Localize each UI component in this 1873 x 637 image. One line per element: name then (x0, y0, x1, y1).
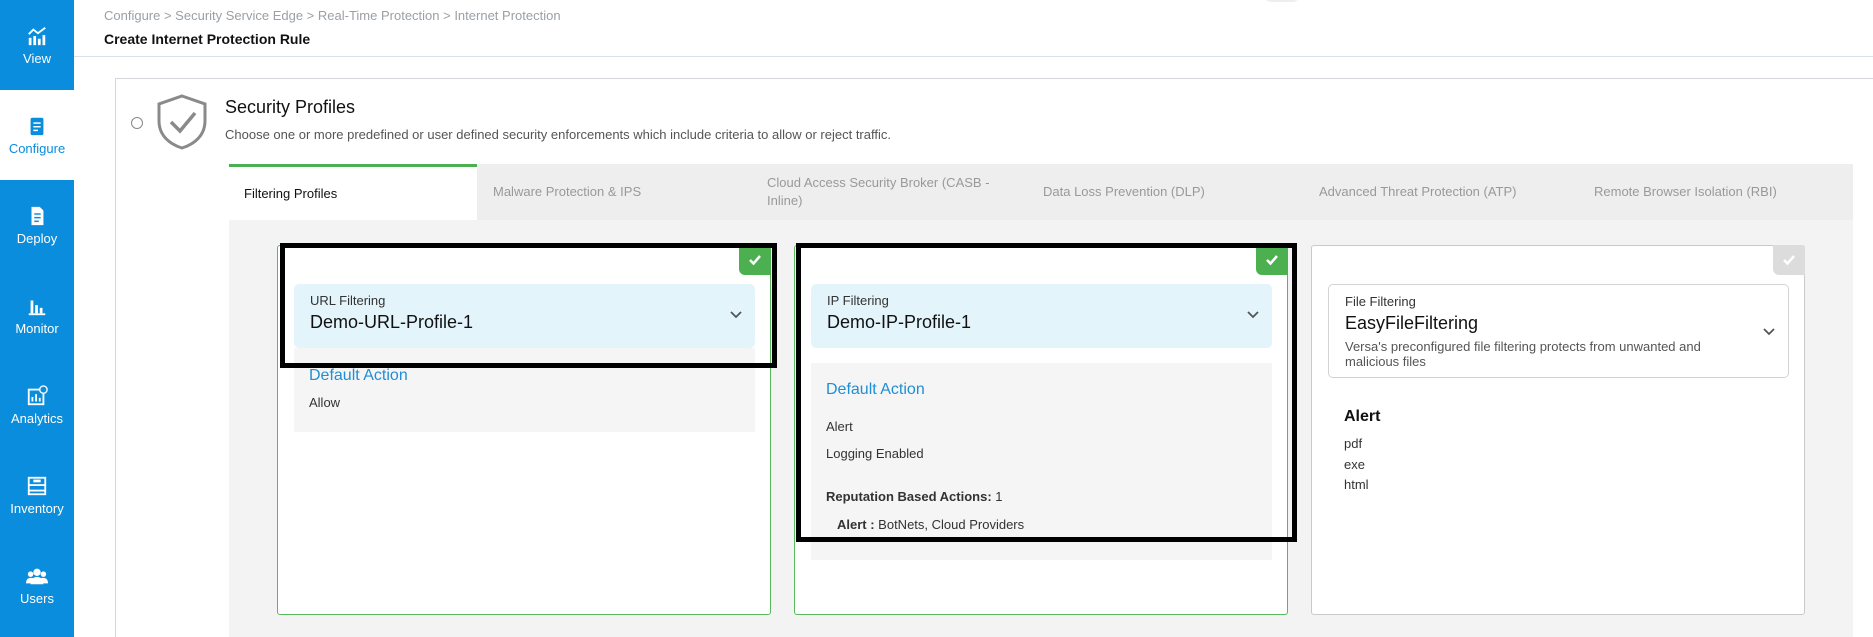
tab-rbi[interactable]: Remote Browser Isolation (RBI) (1594, 164, 1834, 220)
document-icon (31, 206, 44, 225)
clipboard-icon (30, 117, 44, 135)
section-description: Choose one or more predefined or user de… (225, 127, 891, 142)
default-action-value: Alert (826, 419, 853, 434)
nav-item-view[interactable]: View (0, 0, 74, 90)
sidebar: View Configure Deploy Monitor Analytics … (0, 0, 74, 637)
reputation-count: 1 (991, 489, 1003, 504)
dropdown-value: Demo-IP-Profile-1 (827, 312, 972, 332)
dropdown-value: Demo-URL-Profile-1 (310, 312, 474, 332)
chart-icon (28, 26, 46, 45)
header-decoration (1262, 0, 1302, 2)
tab-malware-protection[interactable]: Malware Protection & IPS (493, 164, 753, 220)
bar-chart-icon (28, 300, 46, 315)
selected-check-badge (1256, 245, 1288, 275)
chevron-down-icon (730, 311, 742, 319)
nav-item-analytics[interactable]: Analytics (0, 360, 74, 450)
nav-label-users: Users (20, 590, 54, 606)
section-radio[interactable] (131, 117, 143, 129)
nav-item-configure[interactable]: Configure (0, 90, 74, 180)
users-icon (26, 568, 48, 584)
page-title: Create Internet Protection Rule (104, 31, 311, 47)
default-action-title: Default Action (309, 367, 408, 384)
chevron-down-icon (1763, 328, 1775, 336)
ip-filtering-card[interactable]: IP Filtering Demo-IP-Profile-1 Default A… (794, 245, 1288, 615)
shield-check-icon (157, 94, 207, 150)
inventory-icon (27, 476, 47, 495)
tab-label: Cloud Access Security Broker (CASB - Inl… (767, 175, 990, 208)
nav-item-monitor[interactable]: Monitor (0, 270, 74, 360)
tab-label: Data Loss Prevention (DLP) (1043, 184, 1205, 199)
nav-item-deploy[interactable]: Deploy (0, 180, 74, 270)
tab-label: Filtering Profiles (244, 185, 338, 201)
dropdown-label: IP Filtering (827, 293, 889, 308)
alert-label: Alert : (837, 517, 875, 532)
tab-label: Remote Browser Isolation (RBI) (1594, 184, 1777, 199)
nav-label-analytics: Analytics (10, 410, 64, 426)
nav-label-view: View (23, 50, 51, 66)
url-filtering-card[interactable]: URL Filtering Demo-URL-Profile-1 Default… (277, 245, 771, 615)
alert-value: BotNets, Cloud Providers (874, 517, 1025, 532)
tab-casb[interactable]: Cloud Access Security Broker (CASB - Inl… (767, 164, 1007, 220)
default-action-title: Default Action (826, 381, 925, 398)
tab-label: Malware Protection & IPS (493, 184, 642, 199)
nav-item-inventory[interactable]: Inventory (0, 450, 74, 540)
dropdown-label: File Filtering (1345, 294, 1416, 309)
check-icon (1266, 255, 1278, 266)
default-action-box: Default Action Alert Logging Enabled Rep… (811, 363, 1272, 560)
file-type-item: exe (1344, 457, 1365, 472)
reputation-label: Reputation Based Actions: (826, 489, 992, 504)
dropdown-description: Versa's preconfigured file filtering pro… (1345, 339, 1701, 369)
default-action-box: Default Action Allow (294, 348, 755, 432)
nav-item-users[interactable]: Users (0, 540, 74, 630)
chevron-down-icon (1247, 311, 1259, 319)
nav-label-deploy: Deploy (16, 230, 58, 246)
tab-atp[interactable]: Advanced Threat Protection (ATP) (1319, 164, 1559, 220)
selected-check-badge (739, 245, 771, 275)
logging-status: Logging Enabled (826, 446, 924, 461)
file-alert-title: Alert (1344, 408, 1381, 425)
reputation-actions: Reputation Based Actions: 1 (826, 489, 1003, 504)
section-title: Security Profiles (225, 97, 356, 117)
dropdown-value: EasyFileFiltering (1345, 313, 1479, 333)
dropdown-label: URL Filtering (310, 293, 386, 308)
analytics-icon (27, 384, 48, 405)
file-filtering-dropdown[interactable]: File Filtering EasyFileFiltering Versa's… (1328, 284, 1789, 378)
file-type-item: html (1344, 477, 1369, 492)
reputation-alert: Alert : BotNets, Cloud Providers (837, 517, 1024, 532)
tab-dlp[interactable]: Data Loss Prevention (DLP) (1043, 164, 1263, 220)
unselected-check-badge (1773, 245, 1805, 275)
nav-label-configure: Configure (8, 140, 66, 156)
url-filtering-dropdown[interactable]: URL Filtering Demo-URL-Profile-1 (294, 284, 755, 348)
file-type-item: pdf (1344, 436, 1363, 451)
default-action-value: Allow (309, 395, 341, 410)
breadcrumb[interactable]: Configure > Security Service Edge > Real… (104, 8, 561, 23)
nav-label-inventory: Inventory (10, 500, 64, 516)
file-filtering-card[interactable]: File Filtering EasyFileFiltering Versa's… (1311, 245, 1805, 615)
tab-label: Advanced Threat Protection (ATP) (1319, 184, 1517, 199)
nav-label-monitor: Monitor (15, 320, 59, 336)
tab-bar: Filtering Profiles Malware Protection & … (229, 164, 1853, 220)
tab-filtering-profiles[interactable]: Filtering Profiles (229, 164, 477, 220)
check-icon (749, 255, 761, 266)
header: Configure > Security Service Edge > Real… (74, 0, 1873, 57)
check-icon (1783, 255, 1795, 266)
ip-filtering-dropdown[interactable]: IP Filtering Demo-IP-Profile-1 (811, 284, 1272, 348)
